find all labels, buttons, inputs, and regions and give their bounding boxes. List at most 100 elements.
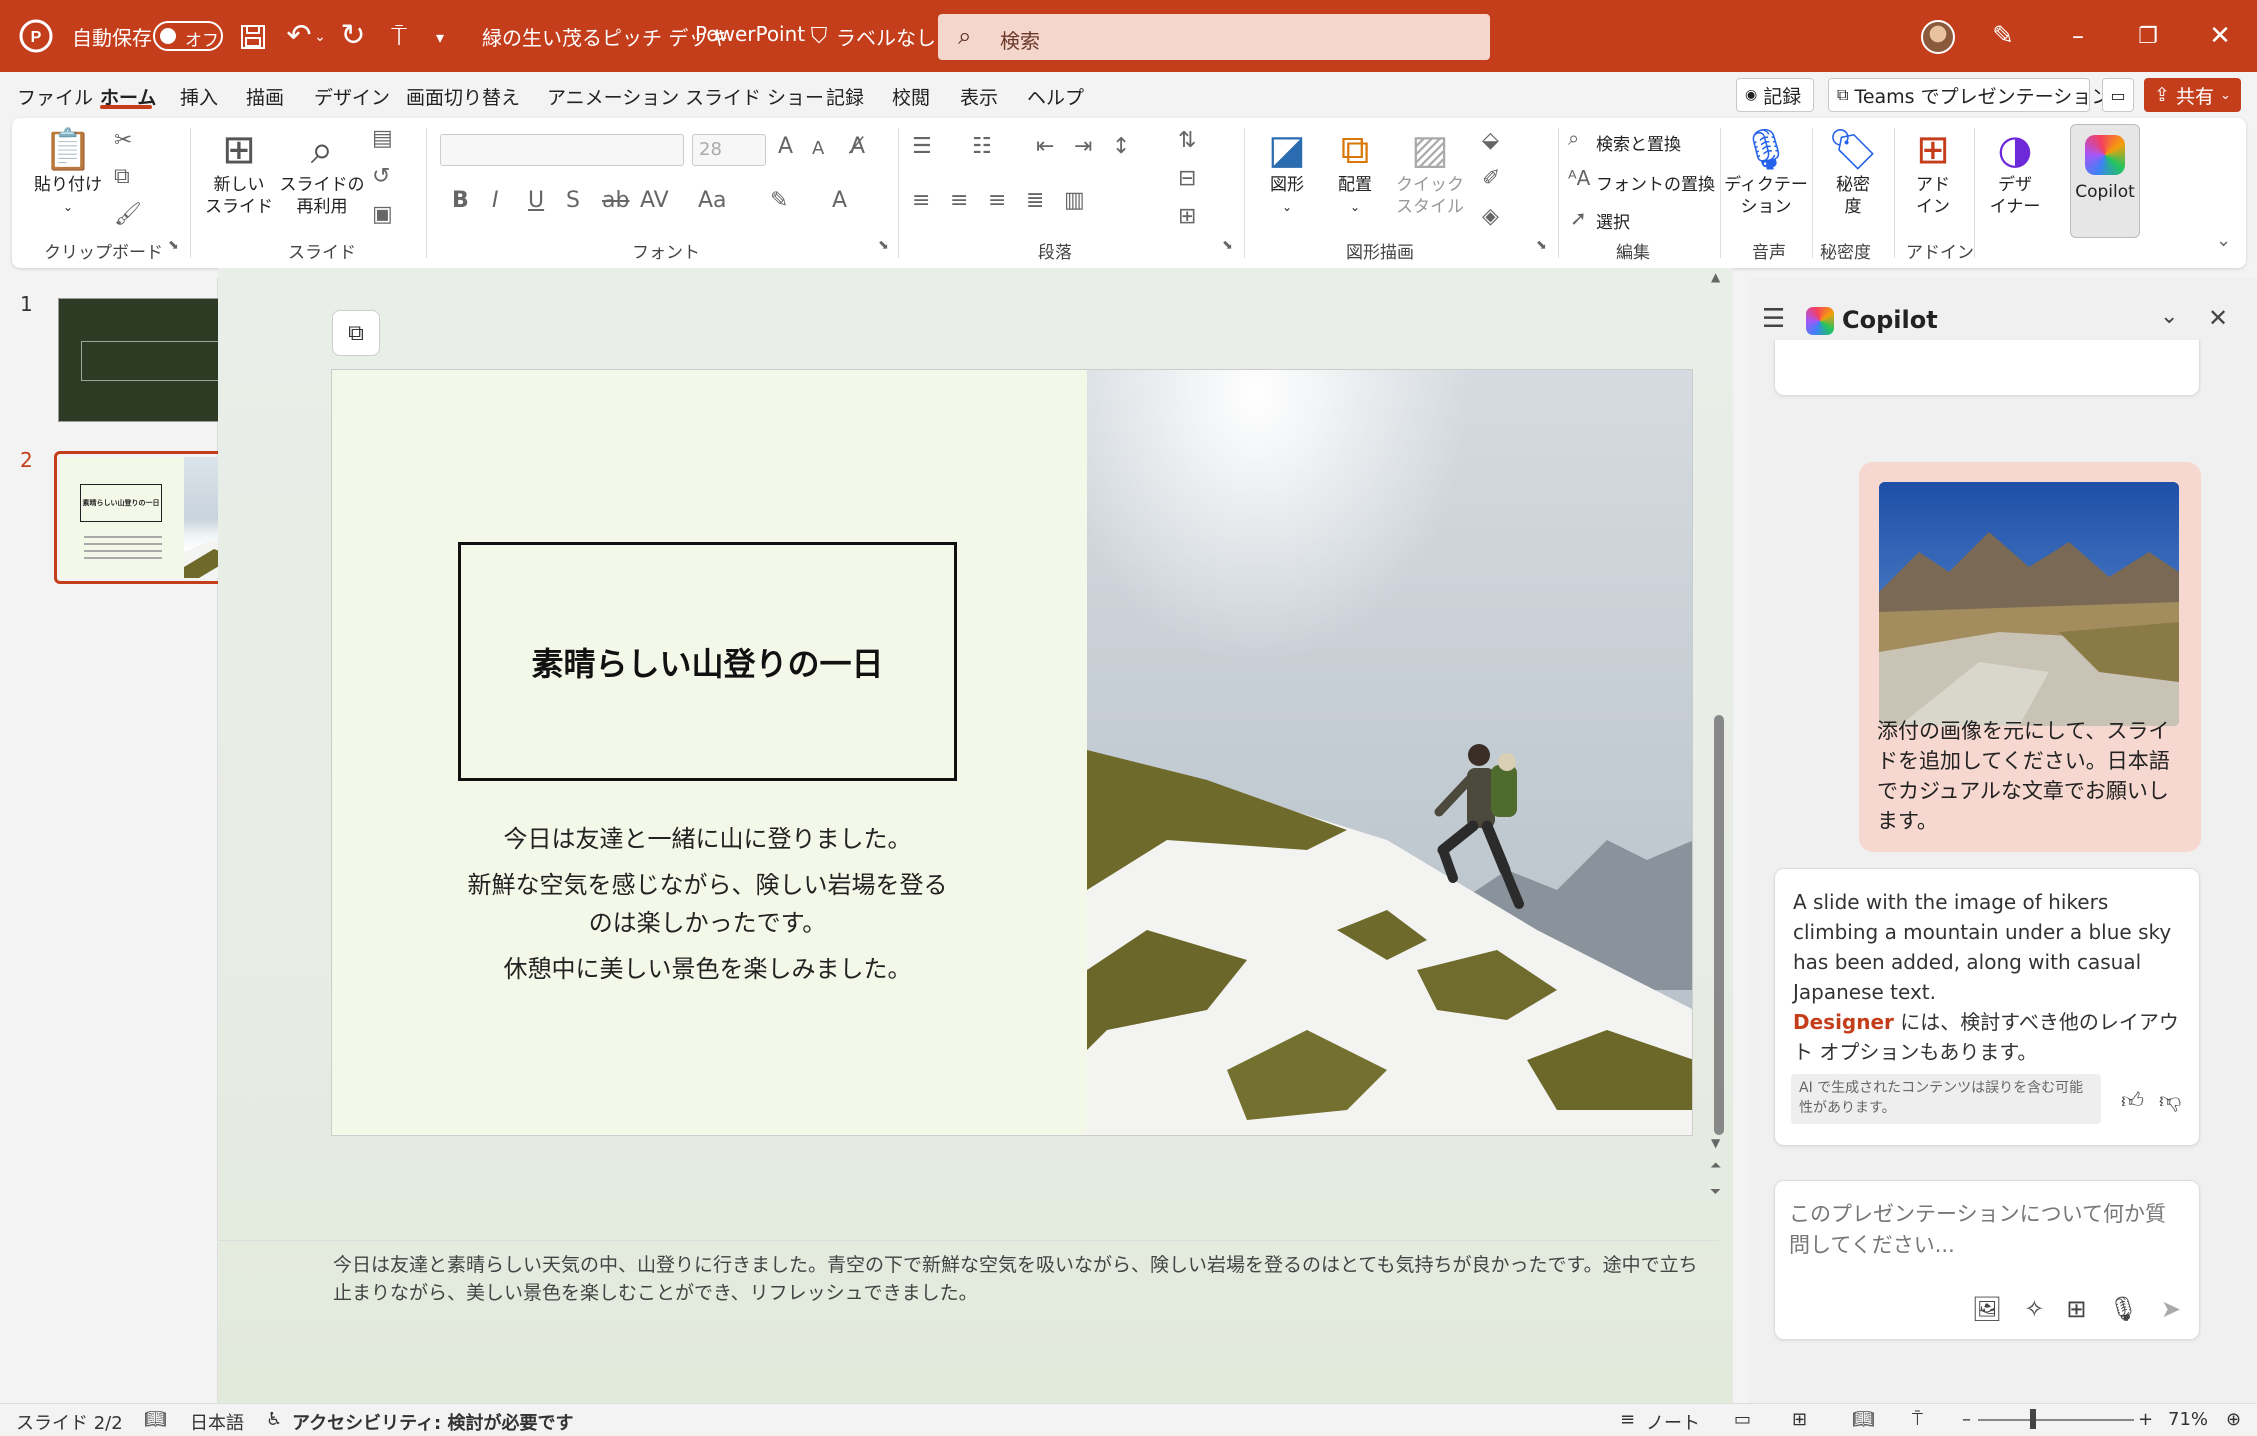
designer-button[interactable]: ◑ デザ イナー xyxy=(1982,126,2048,218)
increase-indent-icon[interactable]: ⇥ xyxy=(1074,134,1092,159)
slide-sorter-icon[interactable]: ⊞ xyxy=(1792,1409,1807,1430)
record-button[interactable]: ◉ 記録 xyxy=(1736,78,1814,112)
dictate-button[interactable]: 🎙 ディクテー ション xyxy=(1724,126,1808,218)
reset-icon[interactable]: ↺ xyxy=(372,164,390,189)
copy-icon[interactable]: ⧉ xyxy=(114,164,130,189)
bullets-icon[interactable]: ☰ xyxy=(912,134,932,159)
accessibility-status[interactable]: アクセシビリティ: 検討が必要です xyxy=(292,1409,573,1435)
thumbs-down-icon[interactable]: 👎︎ xyxy=(2159,1087,2181,1114)
hamburger-menu-icon[interactable]: ☰ xyxy=(1762,304,1785,334)
tab-design[interactable]: デザイン xyxy=(314,83,390,110)
dialog-launcher-icon[interactable]: ⬊ xyxy=(1222,238,1233,253)
text-direction-icon[interactable]: ⇅ xyxy=(1178,128,1196,153)
highlight-icon[interactable]: ✎ xyxy=(770,188,788,213)
slideshow-view-icon[interactable]: ⍑ xyxy=(1912,1409,1923,1430)
designer-link[interactable]: Designer xyxy=(1793,1010,1894,1034)
find-replace-button[interactable]: 検索と置換 xyxy=(1596,130,1681,155)
addins-button[interactable]: ⊞ アド イン xyxy=(1900,126,1966,218)
zoom-level[interactable]: 71% xyxy=(2168,1409,2208,1430)
tab-help[interactable]: ヘルプ xyxy=(1027,83,1084,110)
dialog-launcher-icon[interactable]: ⬊ xyxy=(168,238,179,253)
tab-record[interactable]: 記録 xyxy=(826,83,864,110)
zoom-in-icon[interactable]: + xyxy=(2138,1409,2153,1430)
hiker-photo[interactable] xyxy=(1087,370,1692,1135)
tab-transitions[interactable]: 画面切り替え xyxy=(406,83,520,110)
scrollbar-thumb[interactable] xyxy=(1714,715,1724,1135)
avatar[interactable] xyxy=(1921,20,1955,54)
zoom-slider-thumb[interactable] xyxy=(2030,1409,2036,1429)
slide-canvas[interactable]: 素晴らしい山登りの一日 今日は友達と一緒に山に登りました。 新鮮な空気を感じなが… xyxy=(331,369,1693,1136)
prompt-guide-icon[interactable]: ✧ xyxy=(2024,1295,2044,1323)
thumbs-up-icon[interactable]: 👍︎ xyxy=(2121,1087,2144,1114)
font-size-select[interactable]: 28 xyxy=(692,134,766,166)
change-case-icon[interactable]: Aa xyxy=(698,188,727,213)
share-button[interactable]: ⇪ 共有 ⌄ xyxy=(2144,78,2241,112)
cut-icon[interactable]: ✂ xyxy=(114,128,132,153)
autosave-toggle[interactable]: オフ xyxy=(153,21,223,51)
spelling-icon[interactable]: 📖︎ xyxy=(144,1409,167,1430)
paste-button[interactable]: 📋 貼り付け ⌄ xyxy=(30,126,106,218)
undo-icon[interactable]: ↶ xyxy=(282,18,316,53)
columns-icon[interactable]: ▥ xyxy=(1064,188,1085,213)
char-spacing-icon[interactable]: AV xyxy=(640,188,669,213)
section-icon[interactable]: ▣ xyxy=(372,202,393,227)
redo-icon[interactable]: ↻ xyxy=(336,18,370,53)
editor-scrollbar[interactable] xyxy=(1712,275,1726,1225)
tab-slideshow[interactable]: スライド ショー xyxy=(685,83,824,110)
scroll-up-icon[interactable]: ▲ xyxy=(1711,270,1720,284)
layout-icon[interactable]: ▤ xyxy=(372,126,393,151)
prev-slide-icon[interactable]: ⏶ xyxy=(1710,1158,1721,1174)
present-icon[interactable]: ⍑ xyxy=(382,20,416,54)
teams-present-button[interactable]: ⧉ Teams でプレゼンテーション xyxy=(1828,78,2110,112)
copilot-float-icon[interactable]: ⧉ xyxy=(332,310,380,356)
microphone-icon[interactable]: 🎙︎ xyxy=(2108,1295,2138,1323)
close-pane-icon[interactable]: ✕ xyxy=(2208,304,2228,332)
language-indicator[interactable]: 日本語 xyxy=(190,1409,244,1435)
sensitivity-label[interactable]: ラベルなし xyxy=(836,22,936,51)
shape-fill-icon[interactable]: ⬙ xyxy=(1482,128,1499,153)
smartart-icon[interactable]: ⊞ xyxy=(1178,204,1196,229)
font-family-select[interactable] xyxy=(440,134,684,166)
dialog-launcher-icon[interactable]: ⬊ xyxy=(878,238,889,253)
collapse-ribbon-icon[interactable]: ⌄ xyxy=(2216,230,2231,251)
align-text-icon[interactable]: ⊟ xyxy=(1178,166,1196,191)
search-box[interactable]: ⌕ 検索 xyxy=(938,14,1490,60)
align-right-icon[interactable]: ≡ xyxy=(988,188,1006,213)
close-icon[interactable]: ✕ xyxy=(2200,18,2240,54)
clear-format-icon[interactable]: A̸ xyxy=(850,134,865,159)
tab-view[interactable]: 表示 xyxy=(960,83,998,110)
tab-animations[interactable]: アニメーション xyxy=(547,83,679,110)
zoom-out-icon[interactable]: – xyxy=(1962,1409,1971,1430)
font-color-icon[interactable]: A xyxy=(832,188,847,213)
reading-view-icon[interactable]: 📖︎ xyxy=(1852,1409,1875,1430)
slide-title[interactable]: 素晴らしい山登りの一日 xyxy=(458,542,957,781)
decrease-indent-icon[interactable]: ⇤ xyxy=(1036,134,1054,159)
copilot-input[interactable]: このプレゼンテーションについて何か質問してください... 🖼︎ ✧ ⊞ 🎙︎ ➤ xyxy=(1774,1180,2200,1340)
fit-to-window-icon[interactable]: ⊕ xyxy=(2226,1409,2241,1430)
grow-font-icon[interactable]: A xyxy=(778,134,793,159)
sensitivity-button[interactable]: 🏷 秘密 度 xyxy=(1820,126,1886,218)
bold-icon[interactable]: B xyxy=(452,188,469,213)
new-slide-button[interactable]: ⊞ 新しい スライド xyxy=(200,126,278,218)
customize-qat-icon[interactable]: ▾ xyxy=(430,22,450,52)
attached-mountain-image[interactable] xyxy=(1879,482,2179,726)
reuse-slides-button[interactable]: ⌕ スライドの 再利用 xyxy=(280,126,365,218)
format-painter-icon[interactable]: 🖌 xyxy=(114,202,142,227)
next-slide-icon[interactable]: ⏷ xyxy=(1710,1184,1721,1200)
tab-file[interactable]: ファイル xyxy=(17,83,93,110)
shapes-button[interactable]: ◪ 図形 ⌄ xyxy=(1256,126,1318,218)
tab-insert[interactable]: 挿入 xyxy=(180,83,218,110)
italic-icon[interactable]: I xyxy=(492,188,499,213)
quick-styles-button[interactable]: ▨ クイック スタイル xyxy=(1392,126,1468,218)
shape-effects-icon[interactable]: ◈ xyxy=(1482,204,1499,229)
copilot-ribbon-button[interactable]: Copilot xyxy=(2070,124,2140,238)
tab-review[interactable]: 校閲 xyxy=(892,83,930,110)
minimize-icon[interactable]: – xyxy=(2058,18,2098,54)
speaker-notes[interactable]: 今日は友達と素晴らしい天気の中、山登りに行きました。青空の下で新鮮な空気を吸いな… xyxy=(219,1240,1719,1400)
underline-icon[interactable]: U xyxy=(528,188,544,213)
shadow-icon[interactable]: S xyxy=(566,188,580,213)
slide-body-text[interactable]: 今日は友達と一緒に山に登りました。 新鮮な空気を感じながら、険しい岩場を登るのは… xyxy=(458,820,957,996)
comments-button[interactable]: ▭ xyxy=(2102,78,2134,112)
arrange-button[interactable]: ⧉ 配置 ⌄ xyxy=(1324,126,1386,218)
notes-toggle[interactable]: ノート xyxy=(1646,1409,1700,1435)
